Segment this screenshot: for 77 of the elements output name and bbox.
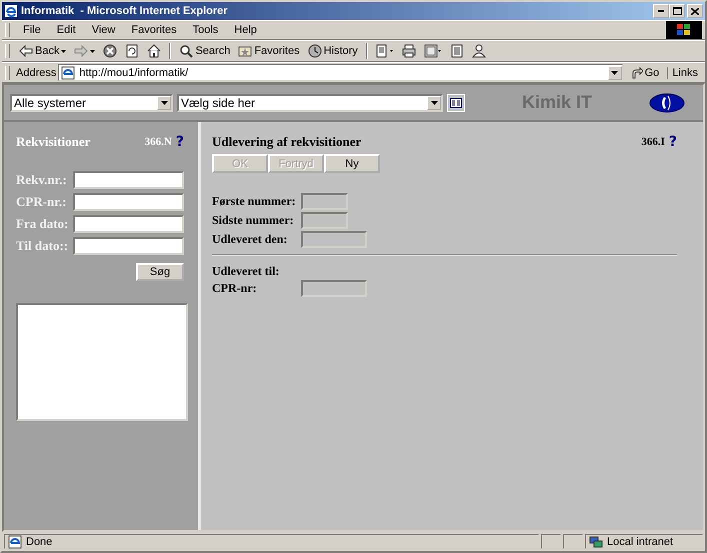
status-text: Done xyxy=(26,536,52,548)
toolbar-button[interactable]: Search xyxy=(176,44,234,58)
caret-icon xyxy=(430,100,438,104)
input-field[interactable] xyxy=(73,215,184,233)
field-label: Fra dato: xyxy=(16,216,70,232)
page-code: 366.N xyxy=(144,136,172,148)
caret-icon xyxy=(611,70,618,74)
window-title: Informatik - Microsoft Internet Explorer xyxy=(21,5,229,17)
toolbar-button[interactable]: Favorites xyxy=(235,44,303,58)
go-button[interactable]: Go xyxy=(624,66,666,78)
printer-icon[interactable] xyxy=(402,44,416,58)
caret-icon xyxy=(61,50,66,52)
help-link[interactable]: ? xyxy=(668,134,677,150)
page-icon xyxy=(8,534,22,548)
caret-icon xyxy=(90,50,96,52)
maximize-button[interactable] xyxy=(669,4,685,18)
refresh-icon[interactable] xyxy=(125,44,140,58)
system-select[interactable]: Alle systemer xyxy=(10,94,173,112)
address-label: Address xyxy=(16,66,56,78)
back-arrow-icon xyxy=(19,44,33,58)
history-icon xyxy=(308,44,322,58)
input-field[interactable] xyxy=(73,171,184,189)
input-field[interactable] xyxy=(73,237,184,255)
help-link[interactable]: ? xyxy=(176,134,184,150)
phone-logo-icon xyxy=(649,92,685,112)
caret-icon xyxy=(160,100,168,104)
menu-item[interactable]: View xyxy=(84,24,122,36)
maximize-icon xyxy=(672,7,682,15)
page-code: 366.I xyxy=(641,136,665,148)
zone-text: Local intranet xyxy=(607,536,674,548)
list-icon xyxy=(450,98,462,108)
address-field[interactable]: http://mou1/informatik/ xyxy=(58,64,623,81)
field-label: CPR-nr: xyxy=(212,280,258,296)
sitemap-button[interactable] xyxy=(447,94,465,112)
section-label: Udleveret til: xyxy=(212,264,280,279)
dropdown-button[interactable] xyxy=(427,96,441,110)
edit-page-icon[interactable] xyxy=(376,44,394,58)
go-arrow-icon xyxy=(630,66,643,78)
notepad-icon[interactable] xyxy=(450,44,464,58)
field-label: Til dato:: xyxy=(16,238,70,254)
minimize-button[interactable] xyxy=(653,4,669,18)
menu-item[interactable]: Help xyxy=(227,24,264,36)
submit-button[interactable]: Søg xyxy=(136,263,184,281)
page-select[interactable]: Vælg side her xyxy=(177,94,443,112)
dropdown-button[interactable] xyxy=(157,96,171,110)
close-icon xyxy=(691,8,699,14)
links-button[interactable]: Links xyxy=(667,66,702,78)
panel-title: Rekvisitioner xyxy=(16,134,92,150)
minimize-icon xyxy=(658,10,664,12)
menu-item[interactable]: Edit xyxy=(50,24,83,36)
home-icon[interactable] xyxy=(147,44,162,58)
close-button[interactable] xyxy=(687,4,703,18)
field-label: Udleveret den: xyxy=(212,232,288,246)
flag-icon xyxy=(677,24,691,36)
search-icon xyxy=(179,44,194,58)
menu-item[interactable]: Favorites xyxy=(124,24,184,36)
action-button[interactable]: Ny xyxy=(324,154,380,173)
intranet-icon xyxy=(589,534,603,548)
dropdown-button[interactable] xyxy=(608,66,622,80)
status-pane xyxy=(563,534,583,549)
page-icon xyxy=(61,66,76,80)
browser-logo-icon xyxy=(4,4,18,18)
toolbar-button[interactable]: History xyxy=(304,44,361,58)
input-field[interactable] xyxy=(73,193,184,211)
discuss-icon[interactable] xyxy=(424,44,442,58)
menu-item[interactable]: File xyxy=(16,24,48,36)
toolbar-button[interactable]: Back xyxy=(16,44,70,58)
page-title: Udlevering af rekvisitioner xyxy=(212,134,362,150)
result-list[interactable] xyxy=(16,303,188,421)
stop-icon[interactable] xyxy=(103,44,118,58)
field-label: Rekv.nr.: xyxy=(16,172,68,188)
field-label: CPR-nr.: xyxy=(16,194,68,210)
menu-item[interactable]: Tools xyxy=(186,24,226,36)
status-pane xyxy=(541,534,561,549)
field-label: Første nummer: xyxy=(212,194,297,208)
field-label: Sidste nummer: xyxy=(212,212,295,228)
person-icon[interactable] xyxy=(472,44,486,58)
